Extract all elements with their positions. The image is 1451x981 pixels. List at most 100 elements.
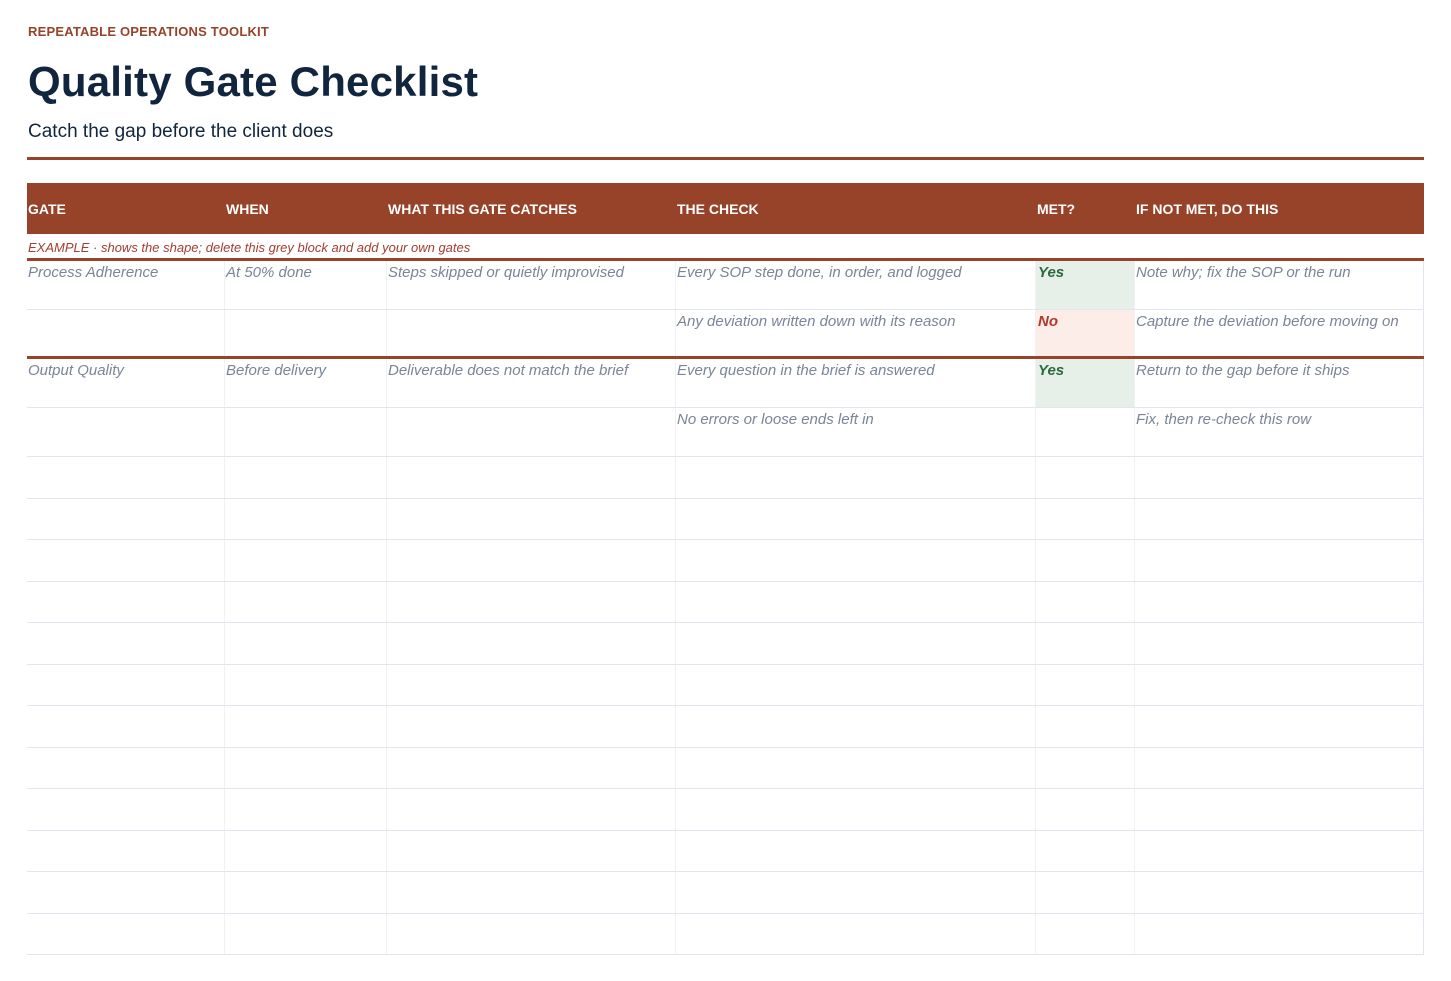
check-cell[interactable]	[676, 664, 1036, 705]
met-cell[interactable]	[1036, 789, 1135, 830]
met-cell[interactable]	[1036, 457, 1135, 498]
met-cell-no[interactable]: No	[1036, 310, 1135, 356]
action-cell[interactable]: Note why; fix the SOP or the run	[1135, 261, 1424, 309]
when-cell[interactable]	[225, 706, 387, 747]
gate-cell[interactable]	[27, 789, 225, 830]
when-cell[interactable]: Before delivery	[225, 359, 387, 407]
check-cell[interactable]: Every SOP step done, in order, and logge…	[676, 261, 1036, 309]
catches-cell[interactable]	[387, 623, 676, 664]
when-cell[interactable]	[225, 789, 387, 830]
met-cell[interactable]	[1036, 581, 1135, 622]
gate-cell[interactable]	[27, 623, 225, 664]
catches-cell[interactable]	[387, 498, 676, 539]
action-cell[interactable]	[1135, 747, 1424, 788]
action-cell[interactable]	[1135, 706, 1424, 747]
when-cell[interactable]	[225, 457, 387, 498]
catches-cell[interactable]	[387, 789, 676, 830]
catches-cell[interactable]	[387, 581, 676, 622]
gate-cell[interactable]	[27, 664, 225, 705]
catches-cell[interactable]	[387, 913, 676, 954]
catches-cell[interactable]	[387, 310, 676, 356]
gate-cell[interactable]	[27, 408, 225, 456]
met-cell[interactable]	[1036, 623, 1135, 664]
when-cell[interactable]	[225, 581, 387, 622]
when-cell[interactable]	[225, 498, 387, 539]
action-cell[interactable]	[1135, 457, 1424, 498]
action-cell[interactable]	[1135, 664, 1424, 705]
when-cell[interactable]	[225, 913, 387, 954]
met-cell[interactable]	[1036, 408, 1135, 456]
catches-cell[interactable]	[387, 457, 676, 498]
check-cell[interactable]: No errors or loose ends left in	[676, 408, 1036, 456]
when-cell[interactable]	[225, 830, 387, 871]
met-cell[interactable]	[1036, 540, 1135, 581]
when-cell[interactable]	[225, 664, 387, 705]
when-cell[interactable]	[225, 540, 387, 581]
met-cell[interactable]	[1036, 747, 1135, 788]
catches-cell[interactable]	[387, 664, 676, 705]
action-cell[interactable]	[1135, 913, 1424, 954]
met-cell[interactable]	[1036, 498, 1135, 539]
gate-cell[interactable]	[27, 498, 225, 539]
check-cell[interactable]	[676, 623, 1036, 664]
gate-cell[interactable]	[27, 540, 225, 581]
gate-cell[interactable]: Output Quality	[27, 359, 225, 407]
checklist-table: GATE WHEN WHAT THIS GATE CATCHES THE CHE…	[27, 183, 1424, 955]
check-cell[interactable]	[676, 540, 1036, 581]
met-cell-yes[interactable]: Yes	[1036, 261, 1135, 309]
action-cell[interactable]: Capture the deviation before moving on	[1135, 310, 1424, 356]
action-cell[interactable]	[1135, 872, 1424, 913]
met-cell[interactable]	[1036, 872, 1135, 913]
gate-cell[interactable]: Process Adherence	[27, 261, 225, 309]
check-cell[interactable]	[676, 913, 1036, 954]
when-cell[interactable]	[225, 408, 387, 456]
gate-cell[interactable]	[27, 747, 225, 788]
check-cell[interactable]: Any deviation written down with its reas…	[676, 310, 1036, 356]
catches-cell[interactable]	[387, 830, 676, 871]
check-cell[interactable]	[676, 581, 1036, 622]
column-header-action: IF NOT MET, DO THIS	[1136, 200, 1279, 217]
met-cell[interactable]	[1036, 913, 1135, 954]
met-cell[interactable]	[1036, 830, 1135, 871]
action-cell[interactable]	[1135, 623, 1424, 664]
action-cell[interactable]	[1135, 581, 1424, 622]
catches-cell[interactable]	[387, 408, 676, 456]
catches-cell[interactable]	[387, 872, 676, 913]
check-cell[interactable]	[676, 457, 1036, 498]
met-cell-yes[interactable]: Yes	[1036, 359, 1135, 407]
when-cell[interactable]	[225, 623, 387, 664]
check-cell[interactable]: Every question in the brief is answered	[676, 359, 1036, 407]
gate-cell[interactable]	[27, 310, 225, 356]
when-cell[interactable]	[225, 872, 387, 913]
check-cell[interactable]	[676, 706, 1036, 747]
check-cell[interactable]	[676, 747, 1036, 788]
catches-cell[interactable]	[387, 747, 676, 788]
action-cell[interactable]	[1135, 540, 1424, 581]
table-header: GATE WHEN WHAT THIS GATE CATCHES THE CHE…	[27, 183, 1424, 234]
when-cell[interactable]	[225, 747, 387, 788]
gate-cell[interactable]	[27, 706, 225, 747]
met-cell[interactable]	[1036, 664, 1135, 705]
action-cell[interactable]: Fix, then re-check this row	[1135, 408, 1424, 456]
gate-cell[interactable]	[27, 872, 225, 913]
when-cell[interactable]: At 50% done	[225, 261, 387, 309]
action-cell[interactable]	[1135, 498, 1424, 539]
catches-cell[interactable]: Deliverable does not match the brief	[387, 359, 676, 407]
action-cell[interactable]	[1135, 830, 1424, 871]
check-cell[interactable]	[676, 830, 1036, 871]
gate-cell[interactable]	[27, 913, 225, 954]
check-cell[interactable]	[676, 789, 1036, 830]
gate-cell[interactable]	[27, 457, 225, 498]
when-cell[interactable]	[225, 310, 387, 356]
catches-cell[interactable]: Steps skipped or quietly improvised	[387, 261, 676, 309]
page-subtitle: Catch the gap before the client does	[28, 121, 334, 142]
action-cell[interactable]	[1135, 789, 1424, 830]
gate-cell[interactable]	[27, 581, 225, 622]
check-cell[interactable]	[676, 872, 1036, 913]
catches-cell[interactable]	[387, 540, 676, 581]
action-cell[interactable]: Return to the gap before it ships	[1135, 359, 1424, 407]
check-cell[interactable]	[676, 498, 1036, 539]
met-cell[interactable]	[1036, 706, 1135, 747]
gate-cell[interactable]	[27, 830, 225, 871]
catches-cell[interactable]	[387, 706, 676, 747]
